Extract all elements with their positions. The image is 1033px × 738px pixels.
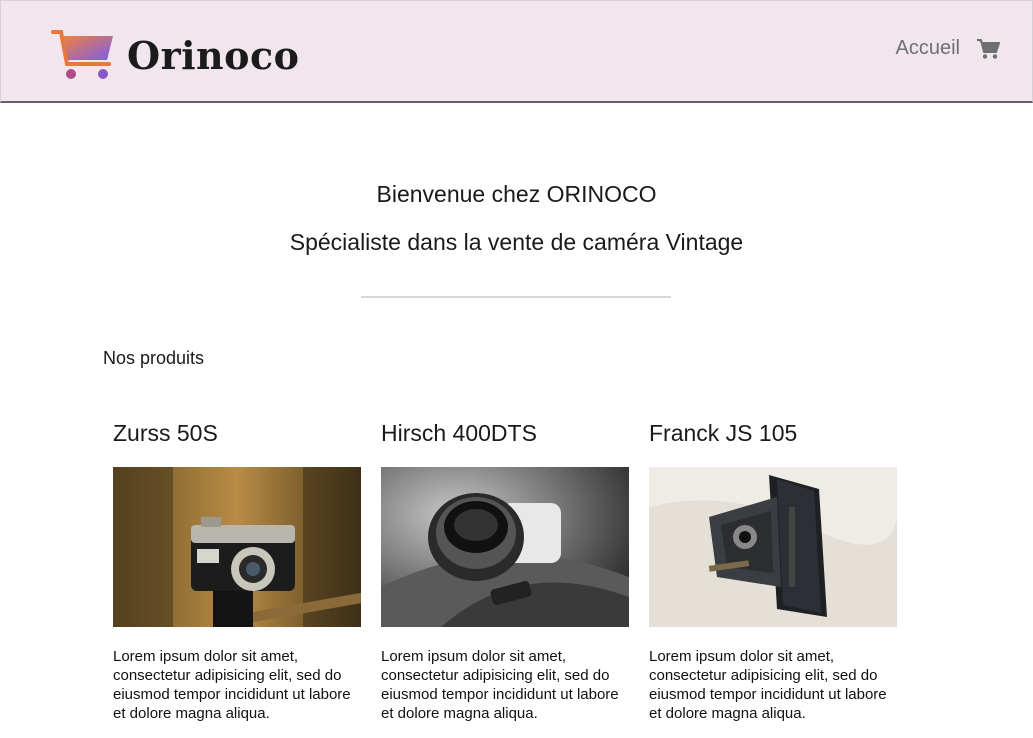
product-name[interactable]: Franck JS 105: [649, 418, 897, 467]
product-description: Lorem ipsum dolor sit amet, consectetur …: [113, 648, 351, 722]
site-header: Orinoco Accueil: [0, 0, 1033, 103]
product-name[interactable]: Zurss 50S: [113, 418, 361, 467]
product-image[interactable]: [381, 467, 629, 627]
section-divider: [361, 296, 671, 298]
products-heading: Nos produits: [103, 348, 205, 368]
main-nav: Accueil: [896, 37, 1000, 60]
logo-text: Orinoco: [127, 32, 300, 78]
product-card[interactable]: Franck JS 105 Lorem ipsum dolor sit amet…: [649, 418, 897, 723]
product-image[interactable]: [649, 467, 897, 627]
product-description: Lorem ipsum dolor sit amet, consectetur …: [381, 648, 619, 722]
product-list: Zurss 50S Lorem ipsum dolor sit amet, co…: [113, 418, 917, 723]
welcome-block: Bienvenue chez ORINOCO Spécialiste dans …: [0, 170, 1033, 266]
shopping-cart-logo-icon: [51, 30, 113, 79]
welcome-subtitle: Spécialiste dans la vente de caméra Vint…: [289, 229, 744, 255]
logo-link[interactable]: Orinoco: [51, 25, 300, 85]
product-card[interactable]: Zurss 50S Lorem ipsum dolor sit amet, co…: [113, 418, 361, 723]
cart-icon[interactable]: [976, 38, 1000, 60]
nav-home-link[interactable]: Accueil: [896, 37, 960, 60]
product-description: Lorem ipsum dolor sit amet, consectetur …: [649, 648, 887, 722]
product-name[interactable]: Hirsch 400DTS: [381, 418, 629, 467]
product-image[interactable]: [113, 467, 361, 627]
product-card[interactable]: Hirsch 400DTS Lorem ipsum dolor sit amet…: [381, 418, 629, 723]
welcome-title: Bienvenue chez ORINOCO: [376, 181, 657, 207]
